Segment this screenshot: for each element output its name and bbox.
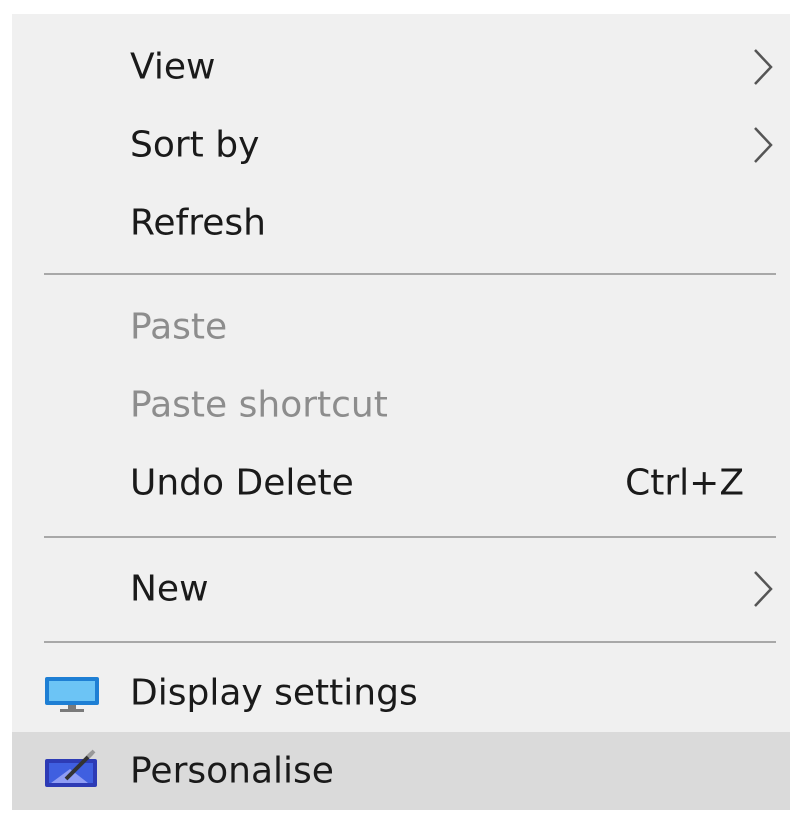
menu-separator (44, 536, 776, 538)
menu-item-label: Personalise (130, 750, 334, 792)
chevron-right-icon (754, 49, 773, 85)
menu-item-new[interactable]: New (12, 550, 790, 628)
menu-item-paste-shortcut[interactable]: Paste shortcut (12, 366, 790, 444)
chevron-right-icon (754, 127, 773, 163)
menu-item-view[interactable]: View (12, 28, 790, 106)
desktop-context-menu: View Sort by Refresh Paste Paste shortcu… (12, 14, 790, 810)
display-icon (45, 677, 99, 712)
menu-item-sort-by[interactable]: Sort by (12, 106, 790, 184)
chevron-right-icon (754, 571, 773, 607)
menu-separator (44, 273, 776, 275)
menu-item-label: Refresh (130, 202, 266, 244)
menu-separator (44, 641, 776, 643)
menu-item-label: Paste (130, 306, 228, 348)
menu-item-label: Sort by (130, 124, 260, 166)
menu-item-refresh[interactable]: Refresh (12, 184, 790, 262)
menu-item-personalise[interactable]: Personalise (12, 732, 790, 810)
menu-item-label: Paste shortcut (130, 384, 388, 426)
personalise-icon (45, 749, 97, 787)
menu-item-display-settings[interactable]: Display settings (12, 654, 790, 732)
menu-item-label: Display settings (130, 672, 418, 714)
menu-item-label: New (130, 568, 209, 610)
menu-item-label: Undo Delete (130, 462, 354, 504)
menu-item-paste[interactable]: Paste (12, 288, 790, 366)
keyboard-shortcut: Ctrl+Z (625, 462, 744, 504)
menu-item-label: View (130, 46, 216, 88)
menu-item-undo-delete[interactable]: Undo Delete Ctrl+Z (12, 444, 790, 522)
